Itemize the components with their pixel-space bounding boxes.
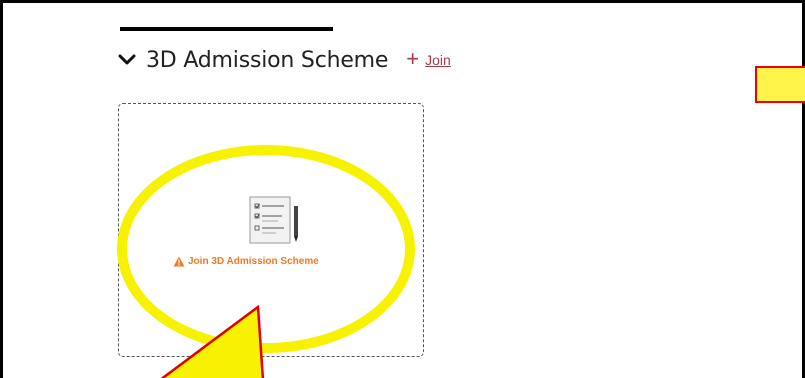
card-label[interactable]: Join 3D Admission Scheme — [173, 256, 319, 267]
form-checklist-icon — [249, 196, 298, 244]
join-link[interactable]: + Join — [406, 45, 451, 71]
section-title: 3D Admission Scheme — [146, 47, 389, 73]
section-header: 3D Admission Scheme + Join — [118, 44, 451, 76]
callout-box — [755, 66, 805, 103]
join-link-label: Join — [425, 52, 451, 68]
chevron-down-icon[interactable] — [118, 51, 136, 69]
card-label-text: Join 3D Admission Scheme — [188, 256, 319, 267]
warning-icon — [173, 256, 185, 267]
section-divider — [120, 27, 333, 31]
plus-icon: + — [406, 45, 420, 71]
